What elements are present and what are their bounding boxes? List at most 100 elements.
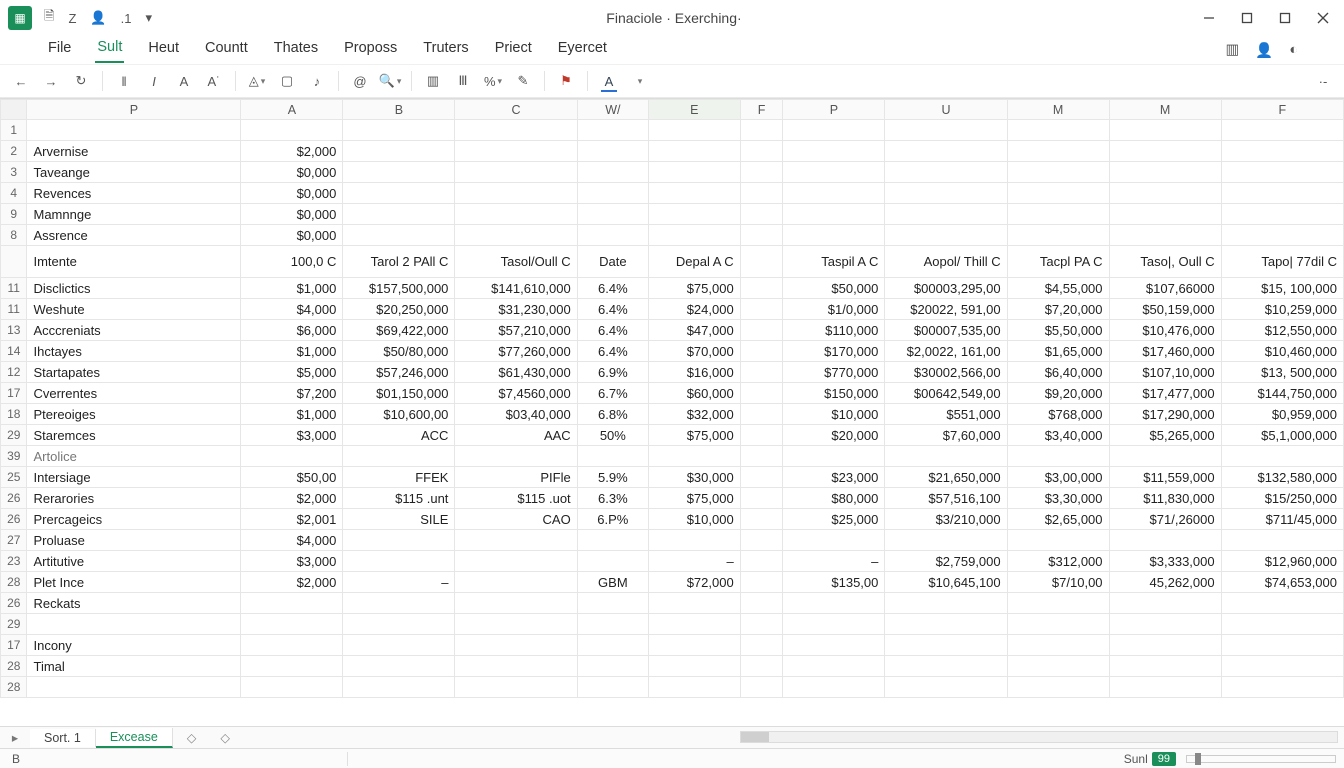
cell[interactable]: $11,830,000 <box>1109 488 1221 509</box>
back-icon[interactable]: ← <box>10 70 32 92</box>
cell[interactable]: $312,000 <box>1007 551 1109 572</box>
cell[interactable]: 5.9% <box>577 467 648 488</box>
row-label-cell[interactable]: Incony <box>27 635 241 656</box>
cell[interactable]: $10,000 <box>649 509 741 530</box>
cell[interactable]: Tarol 2 PAll C <box>343 246 455 278</box>
row-header[interactable]: 18 <box>1 404 27 425</box>
cell[interactable]: $115 .uot <box>455 488 577 509</box>
cell[interactable] <box>577 593 648 614</box>
cell[interactable]: $107,10,000 <box>1109 362 1221 383</box>
cell[interactable]: $144,750,000 <box>1221 383 1343 404</box>
text-color-icon[interactable]: A <box>598 70 620 92</box>
cell[interactable] <box>577 183 648 204</box>
cell[interactable] <box>740 341 783 362</box>
cell[interactable]: $20,000 <box>783 425 885 446</box>
cell[interactable]: AAC <box>455 425 577 446</box>
cell[interactable]: PIFle <box>455 467 577 488</box>
cloud-icon[interactable]: ◐ <box>1289 42 1298 59</box>
bars-icon[interactable]: Ⅲ <box>452 70 474 92</box>
cell[interactable] <box>455 120 577 141</box>
more-format-icon[interactable]: ▾ <box>628 70 650 92</box>
cell[interactable] <box>885 225 1007 246</box>
cell[interactable]: – <box>783 551 885 572</box>
cell[interactable]: 45,262,000 <box>1109 572 1221 593</box>
cell[interactable] <box>241 656 343 677</box>
cell[interactable]: $61,430,000 <box>455 362 577 383</box>
cell[interactable] <box>343 446 455 467</box>
zoom-icon[interactable]: 🔍▾ <box>379 70 401 92</box>
cell[interactable] <box>740 656 783 677</box>
row-header[interactable]: 9 <box>1 204 27 225</box>
cell[interactable]: $23,000 <box>783 467 885 488</box>
cell[interactable]: $12,550,000 <box>1221 320 1343 341</box>
cell[interactable] <box>455 530 577 551</box>
cell[interactable]: $3,30,000 <box>1007 488 1109 509</box>
cell[interactable] <box>783 530 885 551</box>
row-header[interactable]: 11 <box>1 278 27 299</box>
cell[interactable] <box>740 162 783 183</box>
cell[interactable]: $32,000 <box>649 404 741 425</box>
cell[interactable]: $551,000 <box>885 404 1007 425</box>
refresh-icon[interactable]: ↻ <box>70 70 92 92</box>
cell[interactable] <box>1221 614 1343 635</box>
row-header[interactable]: 17 <box>1 383 27 404</box>
cell[interactable]: $3,40,000 <box>1007 425 1109 446</box>
cell[interactable]: Date <box>577 246 648 278</box>
column-header[interactable]: A <box>241 100 343 120</box>
cell[interactable]: $50,00 <box>241 467 343 488</box>
cell[interactable] <box>1007 677 1109 698</box>
cell[interactable] <box>577 614 648 635</box>
cell[interactable]: $71/,26000 <box>1109 509 1221 530</box>
chart-icon[interactable]: ▥ <box>422 70 444 92</box>
column-header[interactable]: P <box>27 100 241 120</box>
cell[interactable] <box>1007 225 1109 246</box>
cell[interactable] <box>1221 656 1343 677</box>
tab-scroll-right-icon[interactable]: ◇ <box>220 730 230 745</box>
row-header[interactable]: 3 <box>1 162 27 183</box>
cell[interactable] <box>740 183 783 204</box>
cell[interactable]: 6.P% <box>577 509 648 530</box>
cell[interactable] <box>577 677 648 698</box>
row-label-cell[interactable]: Artitutive <box>27 551 241 572</box>
cell[interactable] <box>885 593 1007 614</box>
cell[interactable] <box>1221 183 1343 204</box>
cell[interactable]: $50/80,000 <box>343 341 455 362</box>
menu-item-priect[interactable]: Priect <box>493 38 534 62</box>
cell[interactable] <box>783 120 885 141</box>
cell[interactable] <box>740 299 783 320</box>
cell[interactable]: $17,460,000 <box>1109 341 1221 362</box>
cell[interactable] <box>1109 204 1221 225</box>
cell[interactable]: $110,000 <box>783 320 885 341</box>
close-button[interactable] <box>1310 5 1336 31</box>
row-label-cell[interactable] <box>27 677 241 698</box>
menu-item-proposs[interactable]: Proposs <box>342 38 399 62</box>
menu-item-sult[interactable]: Sult <box>95 37 124 63</box>
cell[interactable]: $77,260,000 <box>455 341 577 362</box>
cell[interactable]: $7/10,00 <box>1007 572 1109 593</box>
cell[interactable]: $135,00 <box>783 572 885 593</box>
cell[interactable] <box>783 614 885 635</box>
cell[interactable] <box>1221 204 1343 225</box>
cell[interactable]: $2,001 <box>241 509 343 530</box>
tab-scroll-left-icon[interactable]: ◇ <box>187 730 197 745</box>
cell[interactable]: $0,959,000 <box>1221 404 1343 425</box>
cell[interactable]: $5,000 <box>241 362 343 383</box>
cell[interactable] <box>783 446 885 467</box>
cell[interactable] <box>740 404 783 425</box>
row-label-cell[interactable]: Disclictics <box>27 278 241 299</box>
cell[interactable] <box>740 225 783 246</box>
cell[interactable] <box>649 446 741 467</box>
select-all-corner[interactable] <box>1 100 27 120</box>
restore-button[interactable] <box>1234 5 1260 31</box>
cell[interactable] <box>783 635 885 656</box>
cell[interactable]: $2,000 <box>241 572 343 593</box>
menu-item-heut[interactable]: Heut <box>146 38 181 62</box>
cell[interactable]: $711/45,000 <box>1221 509 1343 530</box>
cell[interactable] <box>1109 225 1221 246</box>
cell[interactable]: $10,000 <box>783 404 885 425</box>
cell[interactable]: $4,55,000 <box>1007 278 1109 299</box>
column-header[interactable]: W/ <box>577 100 648 120</box>
cell[interactable]: $57,516,100 <box>885 488 1007 509</box>
cell[interactable] <box>1221 677 1343 698</box>
cell[interactable] <box>577 141 648 162</box>
